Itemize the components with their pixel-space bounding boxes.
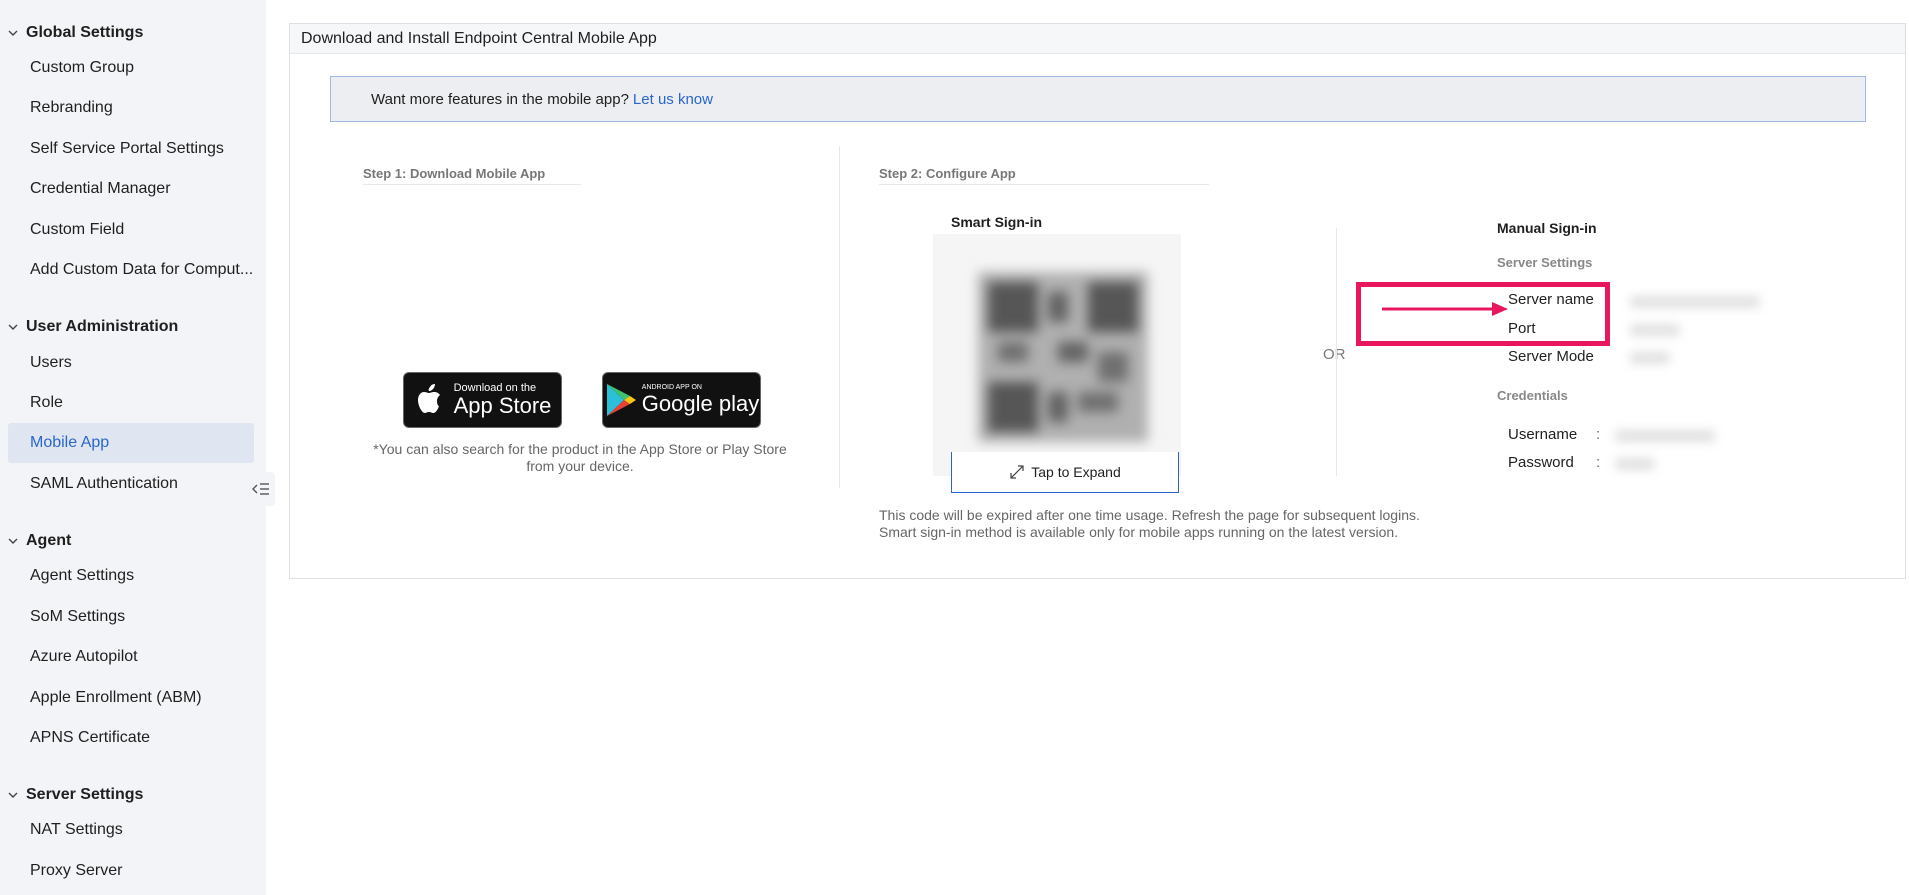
sidebar-item-som-settings[interactable]: SoM Settings: [8, 597, 254, 637]
sidebar-item-role[interactable]: Role: [8, 383, 254, 423]
chevron-down-icon: [0, 535, 26, 547]
store-note-line2: from your device.: [526, 458, 634, 474]
google-play-icon: [606, 384, 636, 416]
chevron-down-icon: [0, 321, 26, 333]
sidebar-item-self-service-portal[interactable]: Self Service Portal Settings: [8, 129, 254, 169]
google-big-text: Google play: [641, 391, 760, 416]
sidebar-group-label: Global Settings: [26, 24, 144, 41]
server-mode-value: [1630, 352, 1670, 364]
step-divider: [839, 146, 840, 488]
collapse-icon: [252, 483, 269, 495]
password-colon: :: [1596, 454, 1601, 471]
sidebar-item-mobile-app[interactable]: Mobile App: [8, 423, 254, 463]
server-mode-label: Server Mode: [1508, 348, 1594, 365]
sidebar-group-global-settings[interactable]: Global Settings: [0, 21, 143, 45]
sidebar-group-user-administration[interactable]: User Administration: [0, 315, 178, 339]
sidebar-item-saml-authentication[interactable]: SAML Authentication: [8, 464, 254, 504]
sidebar-item-apns-certificate[interactable]: APNS Certificate: [8, 718, 254, 758]
sidebar-group-server-settings[interactable]: Server Settings: [0, 783, 143, 807]
qr-code[interactable]: [933, 234, 1181, 476]
feature-banner: Want more features in the mobile app? Le…: [330, 76, 1866, 122]
sidebar-group-label: User Administration: [26, 318, 179, 335]
code-note-line2: Smart sign-in method is available only f…: [879, 524, 1399, 540]
app-store-big-text: App Store: [453, 393, 552, 418]
credentials-label: Credentials: [1497, 388, 1568, 403]
password-value: [1615, 458, 1655, 470]
server-name-value: [1630, 296, 1760, 308]
sidebar-item-users[interactable]: Users: [8, 343, 254, 383]
let-us-know-link[interactable]: Let us know: [633, 91, 713, 108]
username-label: Username: [1508, 426, 1578, 443]
app-store-button[interactable]: Download on the App Store: [403, 372, 562, 428]
sidebar-item-apple-enrollment[interactable]: Apple Enrollment (ABM): [8, 678, 254, 718]
sidebar-item-agent-settings[interactable]: Agent Settings: [8, 556, 254, 596]
sidebar-group-label: Server Settings: [26, 786, 144, 803]
sidebar-item-azure-autopilot[interactable]: Azure Autopilot: [8, 637, 254, 677]
expand-label: Tap to Expand: [1031, 464, 1121, 480]
collapse-sidebar-button[interactable]: [247, 472, 275, 506]
banner-text: Want more features in the mobile app?: [371, 90, 629, 108]
panel-title: Download and Install Endpoint Central Mo…: [290, 24, 1905, 54]
sidebar-item-nat-settings[interactable]: NAT Settings: [8, 810, 254, 850]
smart-signin-title: Smart Sign-in: [951, 214, 1043, 230]
code-note-line1: This code will be expired after one time…: [879, 507, 1420, 523]
step1-title: Step 1: Download Mobile App: [363, 166, 581, 185]
expand-icon: [1010, 465, 1024, 479]
sidebar-item-proxy-server[interactable]: Proxy Server: [8, 851, 254, 891]
sidebar-item-credential-manager[interactable]: Credential Manager: [8, 169, 254, 209]
qr-code-icon: [978, 272, 1148, 442]
sidebar: Global Settings Custom Group Rebranding …: [0, 0, 266, 895]
google-play-button[interactable]: ANDROID APP ON Google play: [602, 372, 761, 428]
password-label: Password: [1508, 454, 1574, 471]
sidebar-item-add-custom-data[interactable]: Add Custom Data for Comput...: [8, 250, 254, 290]
username-value: [1615, 430, 1715, 442]
mobile-app-panel: Download and Install Endpoint Central Mo…: [289, 23, 1906, 579]
or-separator: OR: [1323, 346, 1346, 363]
sidebar-group-agent[interactable]: Agent: [0, 529, 71, 553]
store-note: *You can also search for the product in …: [365, 441, 795, 475]
store-note-line1: *You can also search for the product in …: [373, 441, 787, 457]
sidebar-group-label: Agent: [26, 532, 72, 549]
sidebar-item-rebranding[interactable]: Rebranding: [8, 88, 254, 128]
username-colon: :: [1596, 426, 1601, 443]
chevron-down-icon: [0, 789, 26, 801]
step2-title: Step 2: Configure App: [879, 166, 1209, 185]
apple-icon: [417, 384, 440, 413]
manual-signin-title: Manual Sign-in: [1497, 220, 1597, 236]
chevron-down-icon: [0, 27, 26, 39]
signin-divider: [1336, 228, 1337, 476]
port-value: [1630, 324, 1680, 336]
sidebar-item-custom-group[interactable]: Custom Group: [8, 48, 254, 88]
code-expiry-note: This code will be expired after one time…: [879, 507, 1420, 541]
sidebar-item-custom-field[interactable]: Custom Field: [8, 210, 254, 250]
tap-to-expand-button[interactable]: Tap to Expand: [951, 452, 1179, 493]
server-settings-label: Server Settings: [1497, 255, 1593, 270]
annotation-arrow-icon: [1382, 302, 1508, 316]
